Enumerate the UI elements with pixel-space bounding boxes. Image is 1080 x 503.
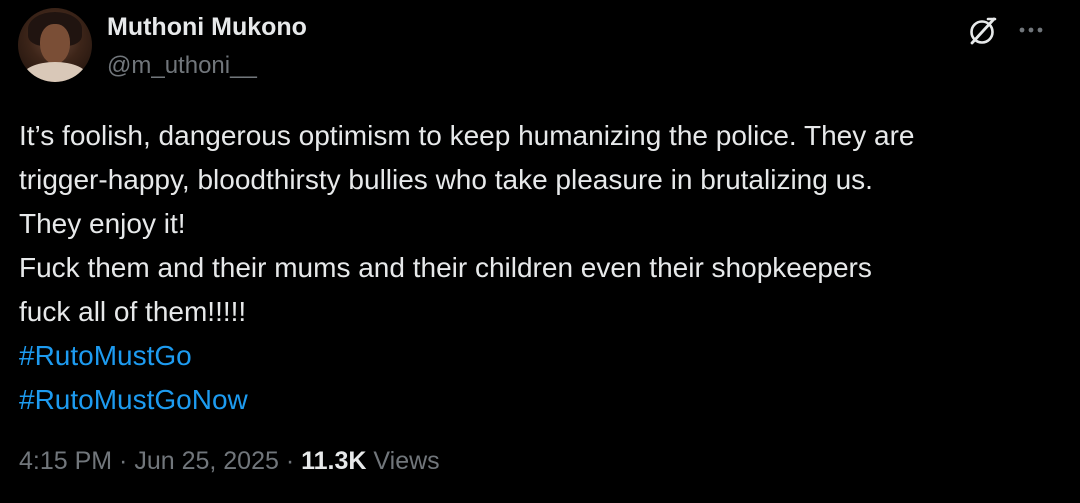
post-line: fuck all of them!!!!! — [19, 296, 247, 327]
grok-icon[interactable] — [966, 14, 1000, 48]
hashtag-link[interactable]: #RutoMustGoNow — [19, 378, 1064, 422]
post-time[interactable]: 4:15 PM — [19, 447, 112, 475]
post-line: They enjoy it! — [19, 208, 186, 239]
post-line: It’s foolish, dangerous optimism to keep… — [19, 120, 915, 151]
views-label: Views — [366, 447, 440, 475]
views-count[interactable]: 11.3K — [301, 447, 366, 475]
more-options-icon[interactable] — [1014, 18, 1048, 42]
avatar[interactable] — [18, 8, 92, 82]
meta-separator: · — [278, 447, 302, 475]
post-date[interactable]: Jun 25, 2025 — [134, 447, 279, 475]
avatar-face — [40, 24, 70, 64]
hashtag-link[interactable]: #RutoMustGo — [19, 334, 1064, 378]
meta-separator: · — [112, 447, 135, 475]
post-line: Fuck them and their mums and their child… — [19, 252, 872, 283]
avatar-shoulders — [22, 62, 88, 82]
post-body: It’s foolish, dangerous optimism to keep… — [19, 114, 1064, 422]
author-display-name[interactable]: Muthoni Mukono — [107, 13, 307, 42]
post-line: trigger-happy, bloodthirsty bullies who … — [19, 164, 873, 195]
author-handle[interactable]: @m_uthoni__ — [107, 52, 257, 80]
tweet: Muthoni Mukono @m_uthoni__ It’s foolish,… — [0, 0, 1080, 503]
post-meta: 4:15 PM · Jun 25, 2025 · 11.3K Views — [19, 447, 440, 476]
